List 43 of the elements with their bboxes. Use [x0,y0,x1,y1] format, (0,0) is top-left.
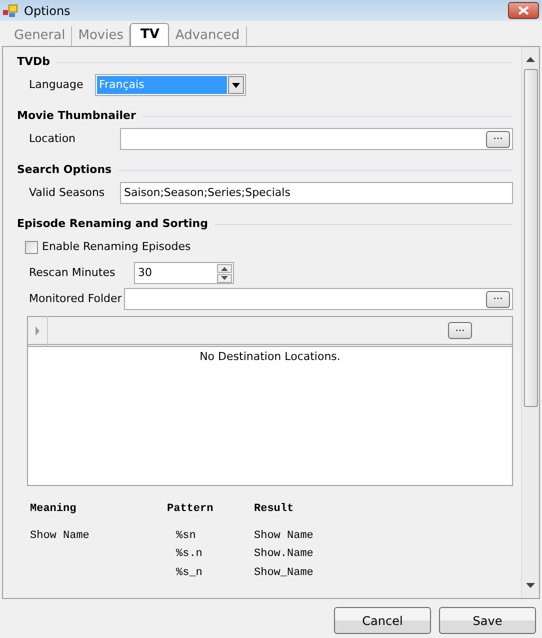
table-cell-text: Show_Name [254,566,314,580]
table-cell-text: %sn [175,528,197,544]
table-cell-text: Show Name [30,528,90,544]
column-header: Pattern [167,502,214,517]
scrollbar[interactable] [521,47,539,598]
tab[interactable]: TV [130,23,170,46]
field-label: Location [29,130,77,147]
scroll-up-icon[interactable] [526,57,535,62]
table-cell-text: %s.n [175,547,204,562]
section-heading: Episode Renaming and Sorting [17,216,208,232]
number-field[interactable]: 30 [134,262,234,284]
close-button[interactable] [508,2,539,19]
window-title: Options [24,2,70,20]
app-icon [3,4,19,18]
dialog-button[interactable]: Save [439,607,536,634]
close-icon [518,6,529,15]
spinner-arrows-icon[interactable] [217,264,232,282]
tab[interactable]: General [8,26,72,46]
tab[interactable]: Advanced [169,26,247,46]
field-label: Language [29,76,84,93]
column-header: Meaning [30,502,78,517]
empty-message: No Destination Locations. [198,349,342,365]
path-field[interactable]: ... [124,288,513,310]
dropdown-arrow-icon [232,82,240,88]
add-destination-button[interactable]: ... [448,322,472,339]
checkbox[interactable] [25,240,38,254]
checkbox-label: Enable Renaming Episodes [42,238,191,255]
section-heading: Movie Thumbnailer [17,108,136,124]
browse-button[interactable]: ... [486,130,510,148]
field-label: Rescan Minutes [29,264,116,281]
text-field[interactable]: Saison;Season;Series;Specials [120,182,513,204]
path-field[interactable]: ... [120,128,513,150]
browse-button[interactable]: ... [486,290,510,308]
field-label: Monitored Folder [29,290,123,307]
table-cell-text: Show Name [254,528,314,544]
field-label: Valid Seasons [29,184,106,201]
scroll-down-icon[interactable] [526,583,535,588]
table-cell-text: Show.Name [254,547,314,562]
section-heading: TVDb [17,54,50,70]
column-header: Result [254,502,295,517]
section-heading: Search Options [17,162,112,178]
dialog-button[interactable]: Cancel [334,607,431,634]
table-cell-text: %s_n [175,566,204,580]
